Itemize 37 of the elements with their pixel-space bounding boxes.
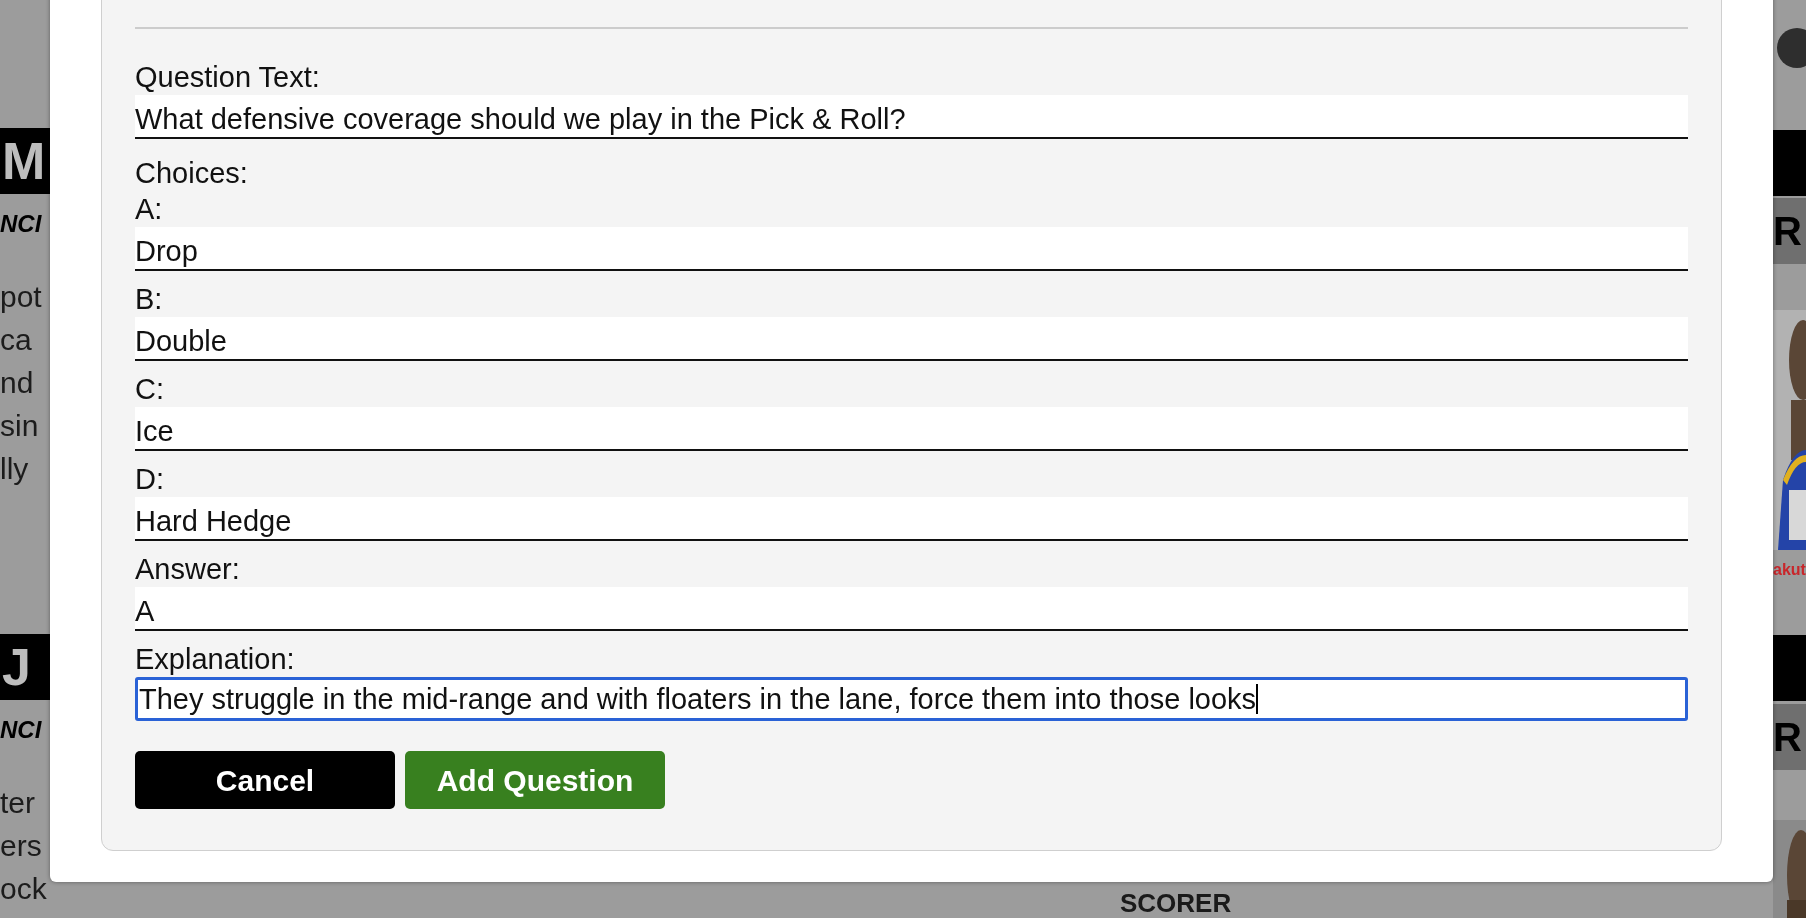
input-field[interactable]: Hard Hedge: [135, 497, 1688, 541]
background-banner: [1773, 130, 1806, 196]
background-banner: R: [1773, 704, 1806, 770]
sponsor-text: akut: [1773, 560, 1806, 580]
background-subheading: NCI: [0, 210, 42, 238]
field-label: Question Text:: [135, 60, 321, 95]
field-label: D:: [135, 462, 165, 497]
add-question-button[interactable]: Add Question: [405, 751, 665, 809]
input-field[interactable]: Double: [135, 317, 1688, 361]
field-label: B:: [135, 282, 164, 317]
field-label: Answer:: [135, 552, 241, 587]
logo-icon: [1777, 28, 1806, 68]
field-label: Explanation:: [135, 642, 296, 677]
background-banner: R: [1773, 198, 1806, 264]
field-label: A:: [135, 192, 164, 227]
background-text: nd: [0, 365, 34, 401]
input-field[interactable]: Drop: [135, 227, 1688, 271]
background-text: sin: [0, 408, 39, 444]
background-banner: M: [0, 128, 50, 194]
cancel-button[interactable]: Cancel: [135, 751, 395, 809]
field-label: Choices:: [135, 156, 249, 191]
background-banner: J: [0, 634, 50, 700]
input-field[interactable]: A: [135, 587, 1688, 631]
background-subheading: NCI: [0, 716, 42, 744]
text-cursor: [1256, 684, 1259, 714]
background-text: ock: [0, 871, 47, 907]
input-field[interactable]: Ice: [135, 407, 1688, 451]
background-text: ers: [0, 828, 42, 864]
background-text: ter: [0, 785, 35, 821]
background-heading: SCORER: [1120, 889, 1233, 917]
input-field[interactable]: They struggle in the mid-range and with floaters in the lane, force them into those looks: [135, 677, 1688, 721]
background-text: lly: [0, 451, 29, 487]
input-field[interactable]: What defensive coverage should we play in the Pick & Roll?: [135, 95, 1688, 139]
field-label: C:: [135, 372, 165, 407]
background-text: ca: [0, 322, 32, 358]
background-text: pot: [0, 279, 42, 315]
background-banner: [1773, 635, 1806, 701]
